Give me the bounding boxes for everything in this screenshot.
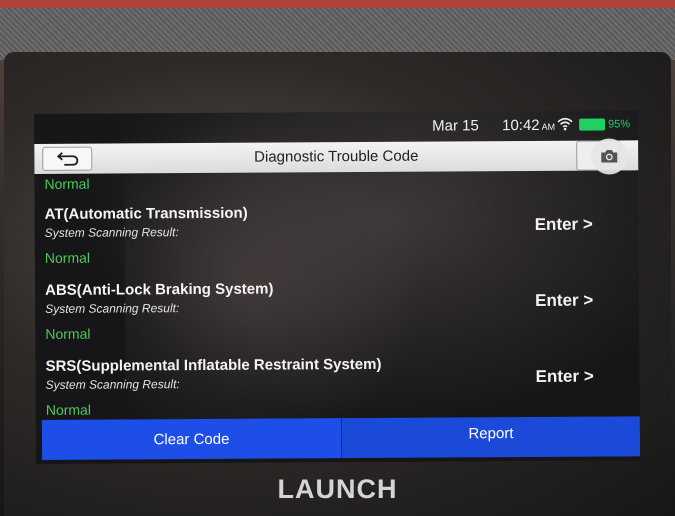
wifi-icon bbox=[557, 117, 573, 131]
device-photo: Mar 15 10:42 AM 95% Diagnostic Trouble C… bbox=[0, 0, 675, 516]
brand-logo: LAUNCH bbox=[277, 474, 398, 504]
status-time-value: 10:42 bbox=[502, 116, 540, 135]
system-name: SRS(Supplemental Inflatable Restraint Sy… bbox=[45, 355, 382, 375]
scan-result-label: System Scanning Result: bbox=[44, 225, 179, 240]
status-time: 10:42 AM bbox=[502, 117, 555, 134]
system-name: AT(Automatic Transmission) bbox=[44, 204, 248, 223]
device-screen: Mar 15 10:42 AM 95% Diagnostic Trouble C… bbox=[34, 110, 641, 464]
system-status: Normal bbox=[45, 325, 91, 342]
camera-badge[interactable] bbox=[591, 138, 628, 175]
status-bar: Mar 15 10:42 AM 95% bbox=[34, 110, 638, 140]
enter-button-at[interactable]: Enter > bbox=[535, 215, 593, 235]
battery-icon bbox=[579, 118, 606, 131]
clear-code-button[interactable]: Clear Code bbox=[41, 418, 343, 460]
system-row-at[interactable]: AT(Automatic Transmission) System Scanni… bbox=[35, 202, 639, 280]
system-list[interactable]: Normal AT(Automatic Transmission) System… bbox=[34, 170, 639, 418]
battery-percent: 95% bbox=[608, 118, 631, 131]
scan-result-label: System Scanning Result: bbox=[45, 301, 180, 316]
scan-result-label: System Scanning Result: bbox=[45, 377, 180, 392]
enter-button-abs[interactable]: Enter > bbox=[535, 291, 593, 311]
system-status: Normal bbox=[45, 401, 91, 418]
system-status: Normal bbox=[44, 249, 91, 266]
status-date: Mar 15 bbox=[432, 117, 479, 135]
page-title: Diagnostic Trouble Code bbox=[254, 147, 419, 166]
device-top-edge bbox=[0, 0, 675, 60]
previous-system-status: Normal bbox=[44, 175, 90, 192]
report-button[interactable]: Report bbox=[341, 416, 641, 459]
camera-icon bbox=[601, 149, 618, 163]
system-name: ABS(Anti-Lock Braking System) bbox=[45, 280, 274, 299]
system-row-abs[interactable]: ABS(Anti-Lock Braking System) System Sca… bbox=[35, 278, 639, 356]
bottom-action-bar: Clear Code Report bbox=[41, 416, 641, 460]
status-ampm: AM bbox=[541, 121, 556, 132]
enter-button-srs[interactable]: Enter > bbox=[536, 367, 594, 387]
title-bar: Diagnostic Trouble Code bbox=[34, 140, 639, 174]
